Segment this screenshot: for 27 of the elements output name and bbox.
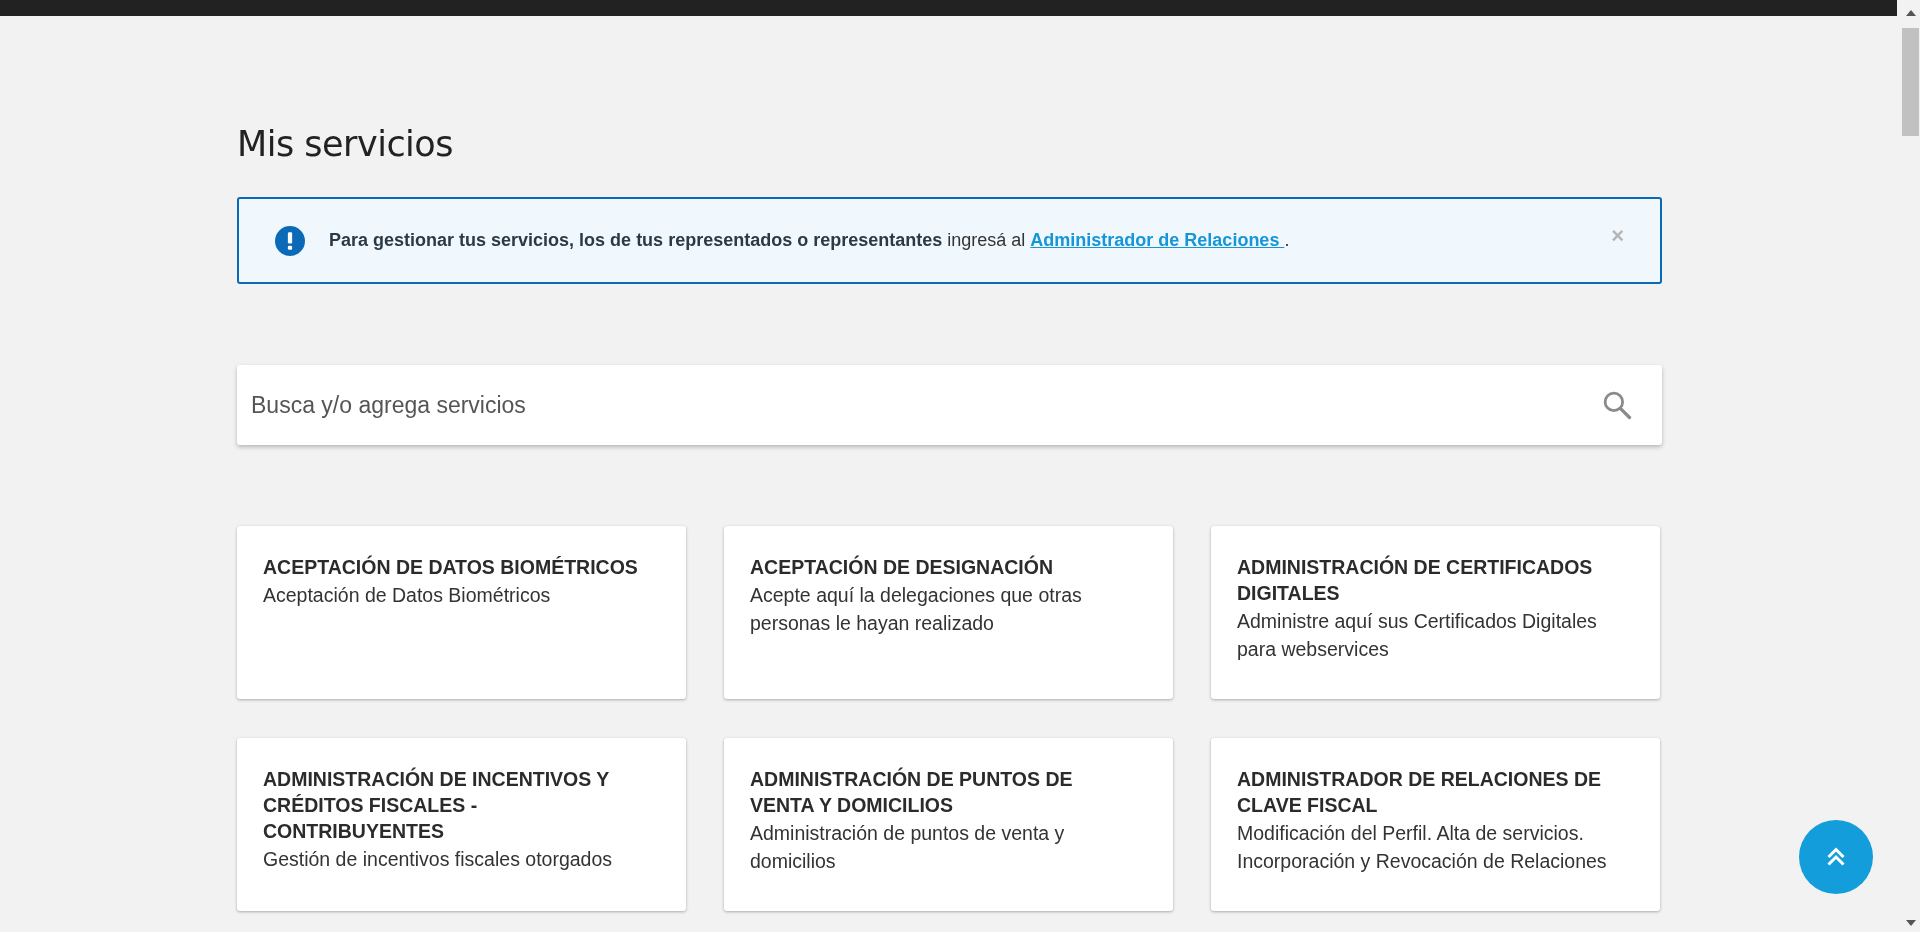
service-description: Modificación del Perfil. Alta de servicios. Incorporación y Revocación de Relaciones	[1237, 821, 1608, 874]
service-title: ACEPTACIÓN DE DATOS BIOMÉTRICOS	[263, 554, 639, 580]
service-card[interactable]: ADMINISTRACIÓN DE INCENTIVOS Y CRÉDITOS FISCALES - CONTRIBUYENTES Gestión de incentivos fiscales otorgados	[237, 738, 686, 911]
service-card[interactable]: ADMINISTRADOR DE RELACIONES DE CLAVE FISCAL Modificación del Perfil. Alta de servicios. Incorporación y Revocación de Relaciones	[1211, 738, 1660, 911]
service-title: ADMINISTRACIÓN DE INCENTIVOS Y CRÉDITOS FISCALES - CONTRIBUYENTES	[263, 766, 610, 844]
alert-message: Para gestionar tus servicios, los de tus representados o representantes ingresá al	[329, 230, 1026, 250]
service-description: Gestión de incentivos fiscales otorgados	[263, 847, 614, 872]
service-card[interactable]: ACEPTACIÓN DE DESIGNACIÓN Acepte aquí la delegaciones que otras personas le hayan realizado	[724, 526, 1173, 699]
service-description: Acepte aquí la delegaciones que otras personas le hayan realizado	[750, 583, 1083, 636]
service-title: ADMINISTRACIÓN DE CERTIFICADOS DIGITALES	[1237, 554, 1594, 606]
service-description: Administre aquí sus Certificados Digitales para webservices	[1237, 609, 1598, 662]
service-description: Aceptación de Datos Biométricos	[263, 583, 552, 608]
search-field[interactable]: Busca y/o agrega servicios	[237, 365, 1662, 445]
service-title: ADMINISTRADOR DE RELACIONES DE CLAVE FISCAL	[1237, 767, 1603, 818]
service-title: ADMINISTRACIÓN DE PUNTOS DE VENTA Y DOMICILIOS	[750, 766, 1074, 818]
service-card[interactable]: ADMINISTRACIÓN DE PUNTOS DE VENTA Y DOMICILIOS Administración de puntos de venta y domicilios	[724, 738, 1173, 911]
scroll-up-arrow-icon[interactable]	[1905, 10, 1916, 16]
page-title: Mis servicios	[237, 124, 454, 166]
search-icon[interactable]	[1602, 390, 1632, 420]
service-card[interactable]: ACEPTACIÓN DE DATOS BIOMÉTRICOS Aceptación de Datos Biométricos	[237, 526, 686, 699]
service-title: ACEPTACIÓN DE DESIGNACIÓN	[750, 554, 1054, 580]
service-description: Administración de puntos de venta y domicilios	[750, 821, 1066, 874]
period: .	[1284, 230, 1290, 250]
scroll-down-arrow-icon[interactable]	[1905, 920, 1916, 926]
scrollbar-thumb[interactable]	[1902, 28, 1919, 136]
service-card[interactable]: ADMINISTRACIÓN DE CERTIFICADOS DIGITALES Administre aquí sus Certificados Digitales para webservices	[1211, 526, 1660, 699]
exclamation-icon	[275, 225, 305, 256]
